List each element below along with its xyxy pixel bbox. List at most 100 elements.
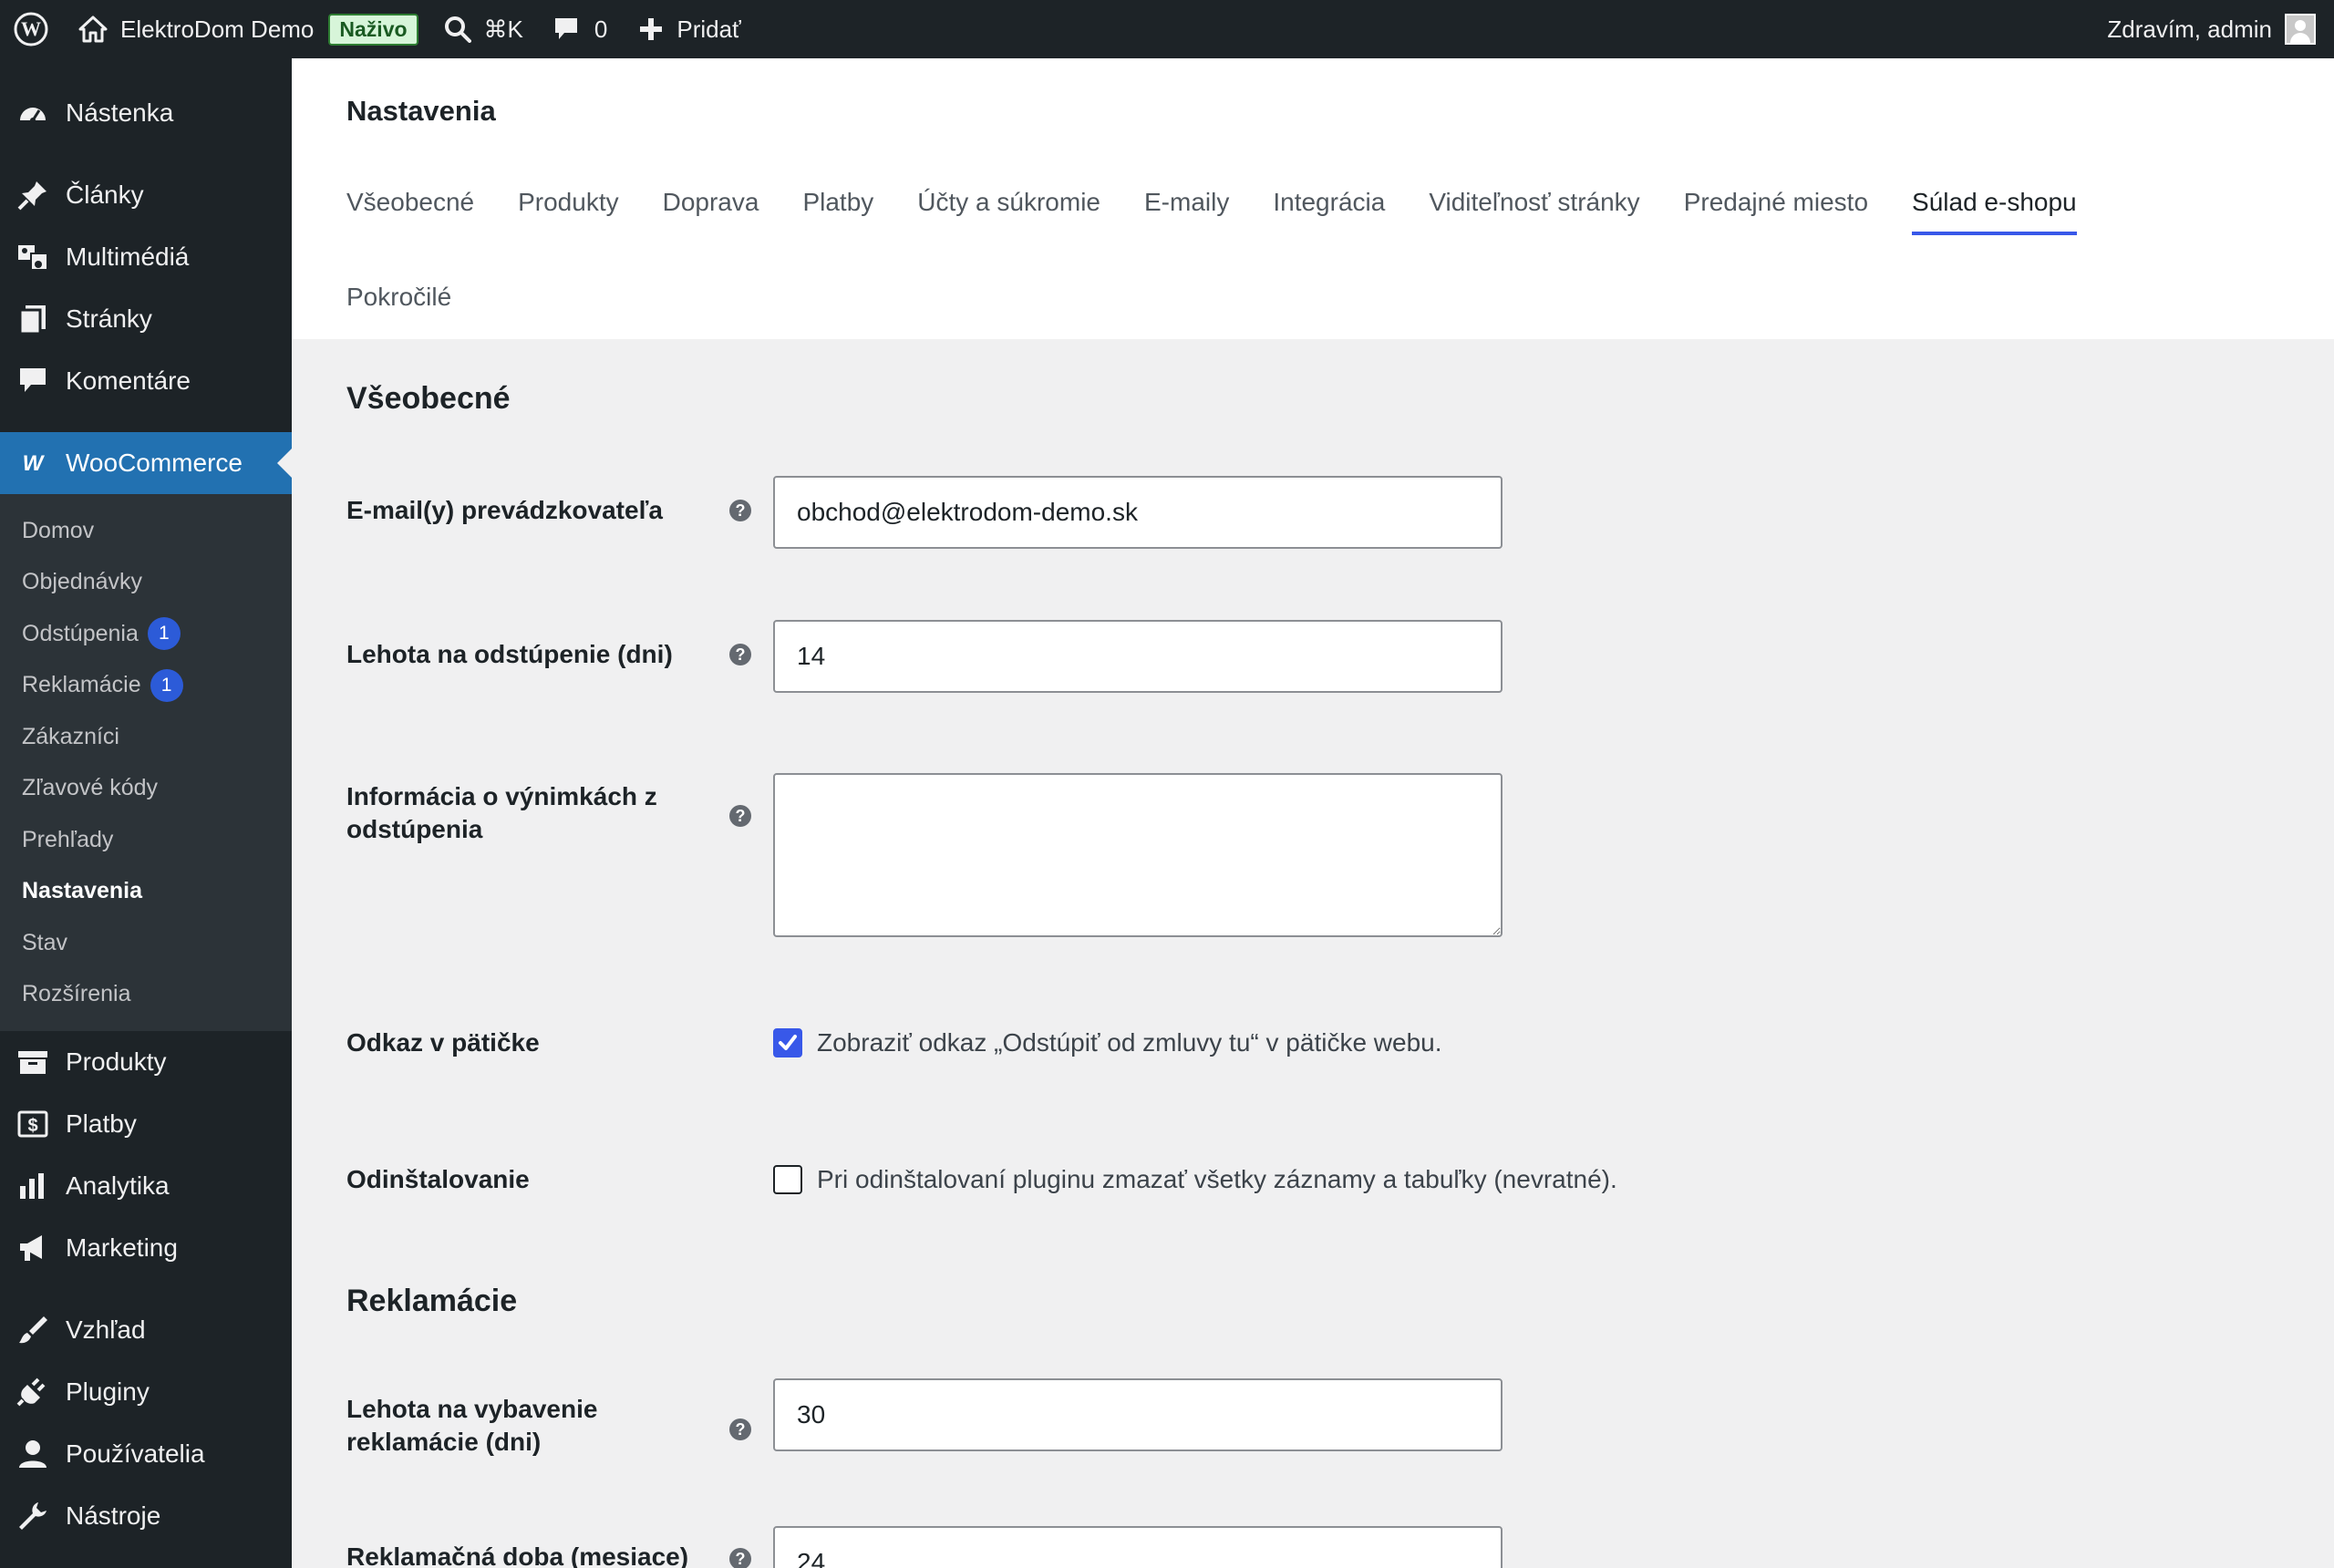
uninstall-checkbox-label[interactable]: Pri odinštalovaní pluginu zmazať všetky … bbox=[817, 1165, 1617, 1194]
menu-item-marketing[interactable]: Marketing bbox=[0, 1217, 292, 1279]
submenu-item-reports[interactable]: Prehľady bbox=[0, 814, 292, 866]
menu-item-label: Marketing bbox=[66, 1233, 178, 1262]
add-new-link[interactable]: Pridať bbox=[620, 0, 753, 58]
submenu-item-settings[interactable]: Nastavenia bbox=[0, 866, 292, 918]
submenu-item-home[interactable]: Domov bbox=[0, 505, 292, 557]
submenu-label: Zľavové kódy bbox=[22, 775, 159, 801]
warranty-period-label: Reklamačná doba (mesiace) bbox=[346, 1542, 689, 1568]
menu-item-posts[interactable]: Články bbox=[0, 164, 292, 226]
submenu-item-coupons[interactable]: Zľavové kódy bbox=[0, 763, 292, 815]
menu-item-plugins[interactable]: Pluginy bbox=[0, 1361, 292, 1423]
submenu-item-orders[interactable]: Objednávky bbox=[0, 557, 292, 609]
svg-text:W: W bbox=[21, 17, 41, 40]
tab-general[interactable]: Všeobecné bbox=[346, 170, 474, 235]
menu-item-label: Pluginy bbox=[66, 1377, 150, 1406]
uninstall-checkbox[interactable] bbox=[773, 1165, 802, 1194]
help-icon[interactable]: ? bbox=[729, 1418, 751, 1440]
menu-item-dashboard[interactable]: Nástenka bbox=[0, 82, 292, 144]
menu-item-appearance[interactable]: Vzhľad bbox=[0, 1299, 292, 1361]
pin-icon bbox=[15, 177, 51, 213]
footer-link-checkbox-label[interactable]: Zobraziť odkaz „Odstúpiť od zmluvy tu“ v… bbox=[817, 1028, 1442, 1057]
menu-item-label: Články bbox=[66, 181, 144, 209]
menu-item-label: Komentáre bbox=[66, 366, 191, 395]
help-icon[interactable]: ? bbox=[729, 644, 751, 665]
menu-item-label: Vzhľad bbox=[66, 1315, 146, 1344]
tab-advanced[interactable]: Pokročilé bbox=[346, 270, 451, 325]
comments-count: 0 bbox=[594, 15, 608, 43]
submenu-label: Nastavenia bbox=[22, 878, 143, 904]
section-title-general: Všeobecné bbox=[346, 381, 511, 416]
claim-handling-period-field[interactable] bbox=[773, 1378, 1503, 1451]
page-title: Nastavenia bbox=[346, 95, 496, 127]
greeting: Zdravím, admin bbox=[2107, 15, 2272, 43]
footer-link-label: Odkaz v pätičke bbox=[346, 1028, 540, 1057]
woocommerce-submenu: Domov Objednávky Odstúpenia 1 Reklamácie 1… bbox=[0, 494, 292, 1031]
submenu-item-extensions[interactable]: Rozšírenia bbox=[0, 969, 292, 1021]
menu-item-products[interactable]: Produkty bbox=[0, 1031, 292, 1093]
settings-form: Všeobecné E-mail(y) prevádzkovateľa ? Le… bbox=[292, 339, 2334, 1568]
submenu-item-customers[interactable]: Zákazníci bbox=[0, 711, 292, 763]
settings-tabs: Všeobecné Produkty Doprava Platby Účty a… bbox=[346, 170, 2121, 235]
pages-icon bbox=[15, 301, 51, 337]
comments-link[interactable]: 0 bbox=[536, 0, 620, 58]
submenu-item-withdrawals[interactable]: Odstúpenia 1 bbox=[0, 608, 292, 660]
menu-item-tools[interactable]: Nástroje bbox=[0, 1485, 292, 1547]
submenu-item-status[interactable]: Stav bbox=[0, 917, 292, 969]
menu-item-label: Nástroje bbox=[66, 1501, 161, 1530]
settings-tabs-row-2: Pokročilé bbox=[346, 270, 495, 325]
svg-text:$: $ bbox=[27, 1116, 37, 1136]
live-status-badge: Naživo bbox=[328, 13, 418, 46]
help-icon[interactable]: ? bbox=[729, 500, 751, 521]
add-new-label: Pridať bbox=[676, 15, 741, 43]
tab-products[interactable]: Produkty bbox=[518, 170, 619, 235]
tab-payments[interactable]: Platby bbox=[802, 170, 873, 235]
checkmark-icon bbox=[779, 1035, 797, 1050]
site-name: ElektroDom Demo bbox=[120, 15, 315, 43]
menu-item-comments[interactable]: Komentáre bbox=[0, 350, 292, 412]
help-icon[interactable]: ? bbox=[729, 1548, 751, 1568]
footer-link-option: Zobraziť odkaz „Odstúpiť od zmluvy tu“ v… bbox=[773, 1028, 1442, 1057]
menu-item-label: Stránky bbox=[66, 304, 152, 333]
menu-item-media[interactable]: Multimédiá bbox=[0, 226, 292, 288]
submenu-item-claims[interactable]: Reklamácie 1 bbox=[0, 660, 292, 712]
help-icon[interactable]: ? bbox=[729, 805, 751, 827]
menu-item-analytics[interactable]: Analytika bbox=[0, 1155, 292, 1217]
menu-item-pages[interactable]: Stránky bbox=[0, 288, 292, 350]
wordpress-logo-icon[interactable]: W bbox=[0, 0, 62, 58]
submenu-label: Domov bbox=[22, 517, 95, 543]
exceptions-info-textarea[interactable] bbox=[773, 773, 1503, 937]
home-icon bbox=[78, 15, 108, 43]
tab-site-visibility[interactable]: Viditeľnosť stránky bbox=[1429, 170, 1639, 235]
dollar-icon: $ bbox=[15, 1106, 51, 1142]
warranty-period-field[interactable] bbox=[773, 1526, 1503, 1568]
tab-integration[interactable]: Integrácia bbox=[1273, 170, 1385, 235]
tab-emails[interactable]: E-maily bbox=[1144, 170, 1229, 235]
site-name-link[interactable]: ElektroDom Demo Naživo bbox=[62, 0, 431, 58]
footer-link-checkbox[interactable] bbox=[773, 1028, 802, 1057]
plus-icon bbox=[638, 16, 664, 42]
comments-icon bbox=[15, 363, 51, 399]
uninstall-option: Pri odinštalovaní pluginu zmazať všetky … bbox=[773, 1165, 1617, 1194]
tab-eshop-compliance[interactable]: Súlad e-shopu bbox=[1912, 170, 2077, 235]
command-search-button[interactable]: ⌘K bbox=[431, 0, 536, 58]
account-menu[interactable]: Zdravím, admin bbox=[2094, 0, 2334, 58]
menu-item-users[interactable]: Používatelia bbox=[0, 1423, 292, 1485]
tab-point-of-sale[interactable]: Predajné miesto bbox=[1684, 170, 1868, 235]
admin-sidebar: Nástenka Články Multimédiá Stránky Komen… bbox=[0, 58, 292, 1568]
tab-accounts-privacy[interactable]: Účty a súkromie bbox=[917, 170, 1100, 235]
tab-shipping[interactable]: Doprava bbox=[663, 170, 759, 235]
notification-badge: 1 bbox=[147, 617, 181, 651]
submenu-label: Zákazníci bbox=[22, 723, 119, 749]
menu-item-label: Platby bbox=[66, 1109, 137, 1138]
menu-item-woocommerce[interactable]: W WooCommerce bbox=[0, 432, 292, 494]
search-shortcut: ⌘K bbox=[483, 15, 523, 43]
withdrawal-period-field[interactable] bbox=[773, 620, 1503, 693]
menu-item-label: WooCommerce bbox=[66, 449, 243, 477]
comment-icon bbox=[553, 15, 580, 43]
notification-badge: 1 bbox=[150, 668, 183, 702]
menu-item-label: Multimédiá bbox=[66, 242, 190, 271]
menu-item-payments[interactable]: $ Platby bbox=[0, 1093, 292, 1155]
admin-bar: W ElektroDom Demo Naživo ⌘K 0 Pridať Zdr… bbox=[0, 0, 2334, 58]
claim-handling-period-label: Lehota na vybavenie reklamácie (dni) bbox=[346, 1395, 598, 1456]
operator-email-field[interactable] bbox=[773, 476, 1503, 549]
